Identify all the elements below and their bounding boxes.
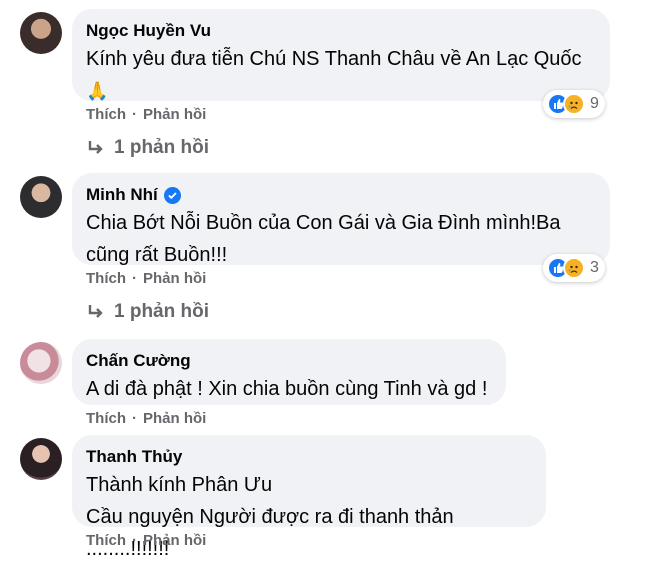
sad-icon xyxy=(563,93,585,115)
action-separator: · xyxy=(132,106,137,123)
comment-actions: Thích · Phản hồi xyxy=(86,270,206,287)
view-replies-link[interactable]: 1 phản hồi xyxy=(86,301,209,323)
folded-hands-emoji: 🙏 xyxy=(86,81,109,101)
reply-button[interactable]: Phản hồi xyxy=(143,410,206,427)
comment-text: Chia Bớt Nỗi Buồn của Con Gái và Gia Đìn… xyxy=(86,212,561,266)
comment-bubble: Minh Nhí Chia Bớt Nỗi Buồn của Con Gái v… xyxy=(72,173,610,266)
replies-count-label: 1 phản hồi xyxy=(114,301,209,322)
action-separator: · xyxy=(132,410,137,427)
comment-bubble: Ngọc Huyền Vu Kính yêu đưa tiễn Chú NS T… xyxy=(72,9,610,101)
like-button[interactable]: Thích xyxy=(86,106,126,123)
commenter-name[interactable]: Thanh Thủy xyxy=(86,445,530,469)
commenter-name[interactable]: Minh Nhí xyxy=(86,183,594,207)
avatar[interactable] xyxy=(20,342,62,384)
reaction-count: 9 xyxy=(590,95,599,112)
reaction-summary[interactable]: 9 xyxy=(543,90,605,118)
like-button[interactable]: Thích xyxy=(86,532,126,549)
verified-badge-icon xyxy=(163,186,181,204)
action-separator: · xyxy=(132,270,137,287)
reaction-summary[interactable]: 3 xyxy=(543,254,605,282)
sad-icon xyxy=(563,257,585,279)
avatar[interactable] xyxy=(20,12,62,54)
reaction-count: 3 xyxy=(590,259,599,276)
comment-bubble: Thanh Thủy Thành kính Phân Ưu Cầu nguyện… xyxy=(72,435,546,560)
reply-arrow-icon xyxy=(88,141,103,154)
reply-button[interactable]: Phản hồi xyxy=(143,106,206,123)
comment-actions: Thích · Phản hồi xyxy=(86,410,206,427)
reply-button[interactable]: Phản hồi xyxy=(143,532,206,549)
comment-actions: Thích · Phản hồi xyxy=(86,532,206,549)
reply-button[interactable]: Phản hồi xyxy=(143,270,206,287)
comment-text: A di đà phật ! Xin chia buồn cùng Tinh v… xyxy=(86,378,488,400)
commenter-name[interactable]: Ngọc Huyền Vu xyxy=(86,19,594,43)
like-button[interactable]: Thích xyxy=(86,410,126,427)
reply-arrow-icon xyxy=(88,305,103,318)
like-button[interactable]: Thích xyxy=(86,270,126,287)
replies-count-label: 1 phản hồi xyxy=(114,137,209,158)
comment-text: Thành kính Phân Ưu Cầu nguyện Người được… xyxy=(86,474,454,560)
comment-bubble: Chấn Cường A di đà phật ! Xin chia buồn … xyxy=(72,339,506,405)
avatar[interactable] xyxy=(20,176,62,218)
action-separator: · xyxy=(132,532,137,549)
comment-actions: Thích · Phản hồi xyxy=(86,106,206,123)
avatar[interactable] xyxy=(20,438,62,480)
comment-text: Kính yêu đưa tiễn Chú NS Thanh Châu về A… xyxy=(86,48,582,101)
view-replies-link[interactable]: 1 phản hồi xyxy=(86,137,209,159)
commenter-name[interactable]: Chấn Cường xyxy=(86,349,490,373)
